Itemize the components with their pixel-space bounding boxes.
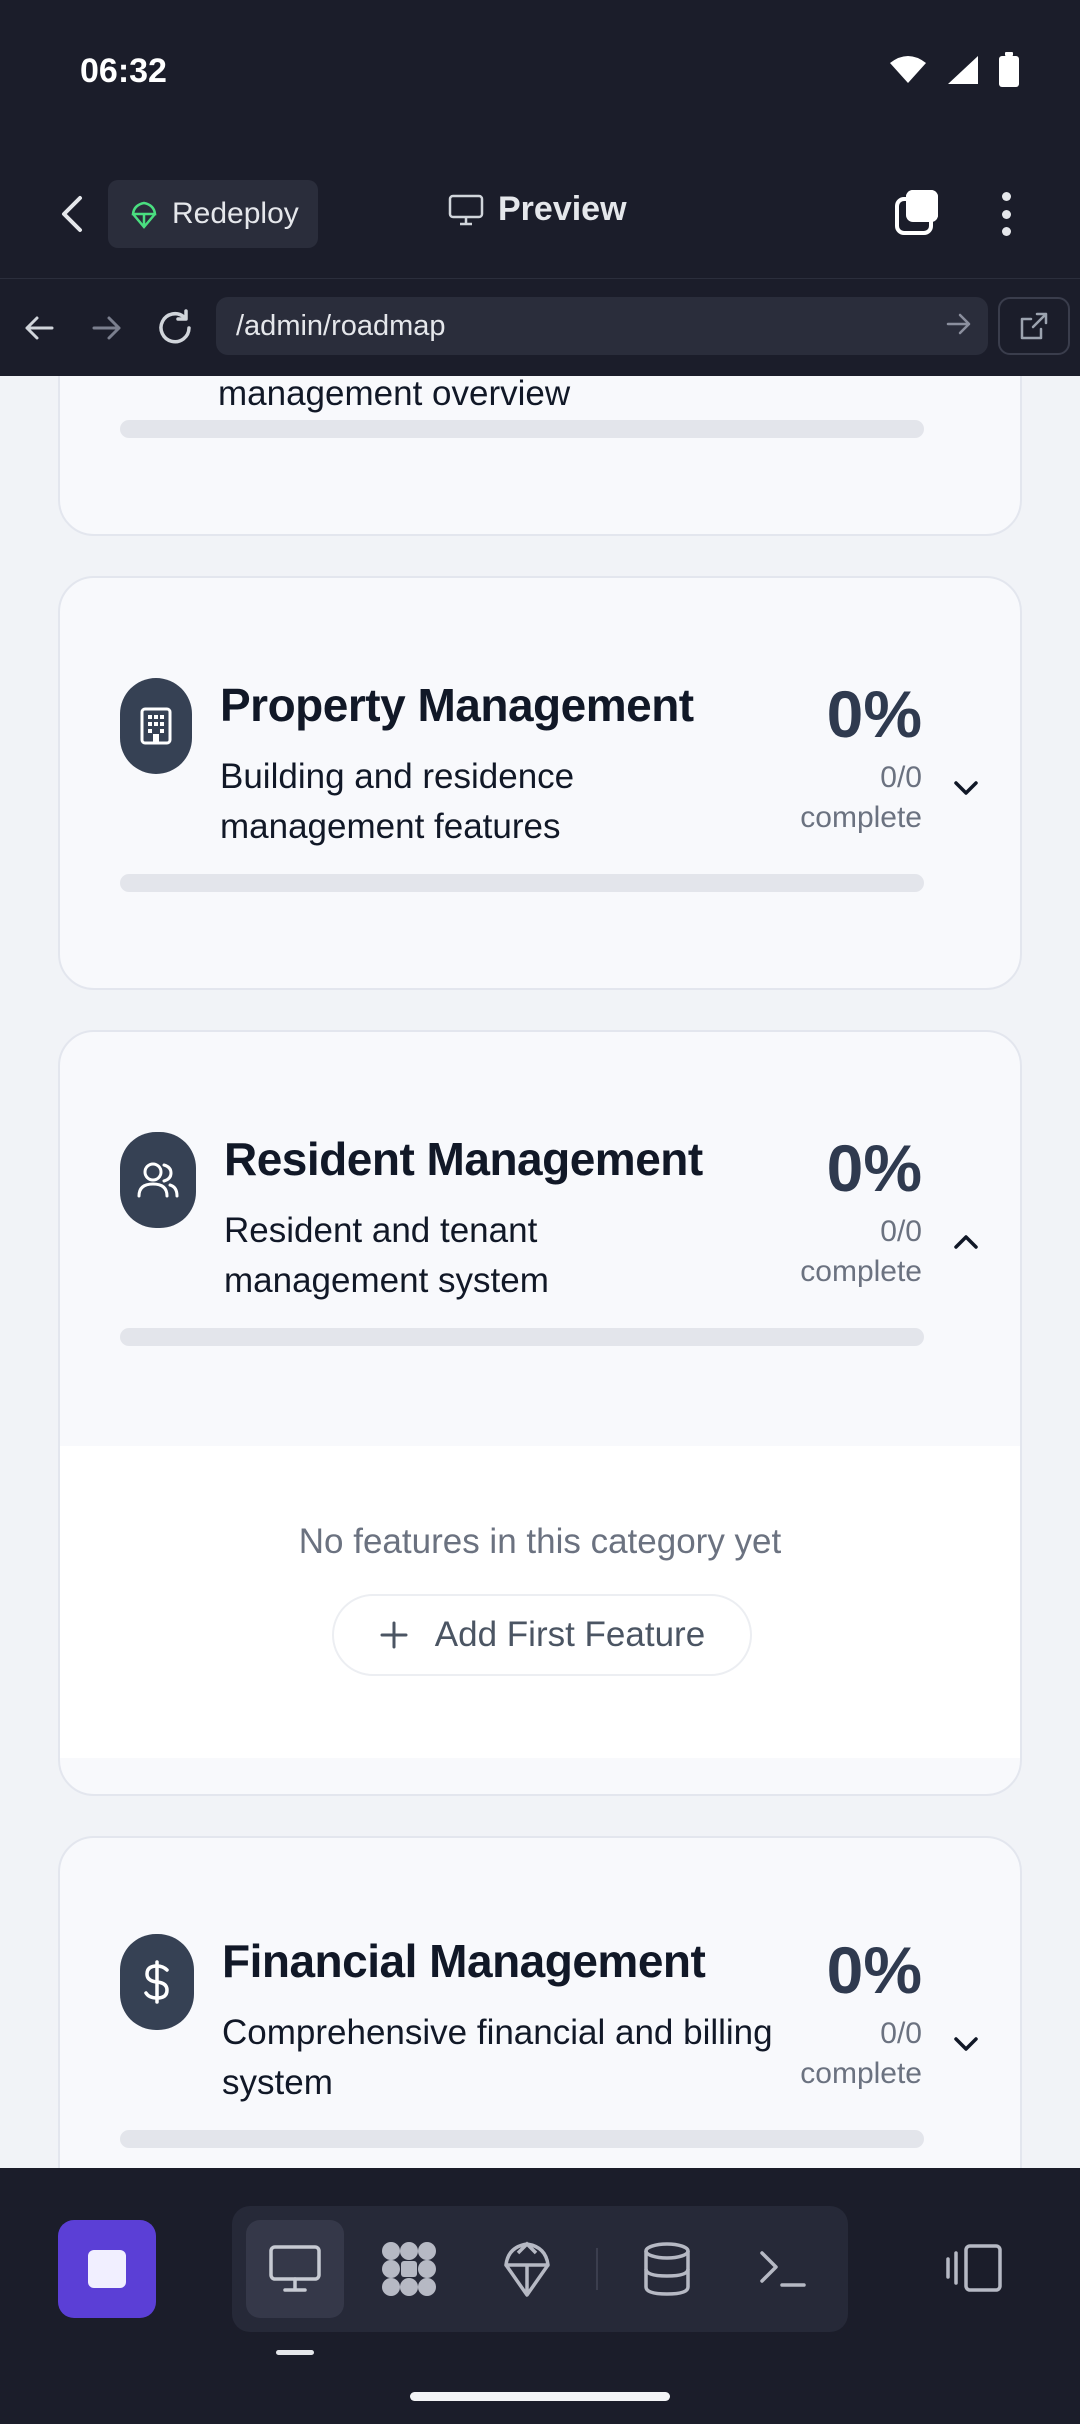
- users-icon: [120, 1132, 196, 1228]
- reload-button[interactable]: [148, 301, 202, 355]
- back-button[interactable]: [44, 184, 100, 244]
- progress-bar: [120, 1328, 924, 1346]
- category-count: 0/0: [880, 1215, 922, 1248]
- arrow-right-icon: [92, 316, 121, 340]
- category-title: Resident Management: [224, 1133, 703, 1185]
- arrow-left-icon: [25, 316, 54, 340]
- plus-icon: [380, 1621, 408, 1649]
- category-complete-label: complete: [800, 1255, 922, 1288]
- battery-icon: [999, 52, 1019, 87]
- open-external-button[interactable]: [998, 297, 1070, 355]
- status-time: 06:32: [80, 52, 167, 90]
- reload-icon: [159, 309, 191, 344]
- add-first-feature-label: Add First Feature: [434, 1615, 706, 1654]
- progress-bar: [120, 420, 924, 438]
- category-count: 0/0: [880, 2017, 922, 2050]
- expand-button[interactable]: [948, 2026, 984, 2062]
- add-first-feature-button[interactable]: Add First Feature: [332, 1594, 752, 1676]
- category-card: management overview: [58, 376, 1022, 536]
- tabs-button[interactable]: [892, 186, 948, 242]
- monitor-icon: [448, 194, 484, 225]
- workflow-icon: [382, 2242, 436, 2296]
- category-complete-label: complete: [800, 801, 922, 834]
- browser-forward-button[interactable]: [80, 301, 134, 355]
- category-title: Financial Management: [222, 1935, 706, 1987]
- chevron-down-icon: [954, 781, 978, 795]
- category-title: Property Management: [220, 679, 694, 731]
- terminal-icon: [760, 2251, 806, 2287]
- collapse-button[interactable]: [948, 1224, 984, 1260]
- chevron-down-icon: [954, 2037, 978, 2051]
- app-toolbar: Redeploy Preview: [0, 150, 1080, 278]
- category-description: Building and residence management featur…: [220, 757, 575, 846]
- side-panel-button[interactable]: [938, 2222, 1010, 2314]
- home-indicator[interactable]: [410, 2392, 670, 2401]
- category-percent: 0%: [826, 1933, 922, 2007]
- url-text: /admin/roadmap: [236, 309, 446, 342]
- menu-dot: [1001, 227, 1011, 236]
- chevron-left-icon: [62, 196, 82, 232]
- menu-dot: [1001, 209, 1011, 219]
- menu-dot: [1001, 192, 1011, 201]
- go-arrow-icon[interactable]: [946, 311, 972, 337]
- active-tool-indicator: [276, 2350, 314, 2355]
- more-options-button[interactable]: [986, 186, 1026, 242]
- terminal-tool-button[interactable]: [734, 2220, 832, 2318]
- browser-bar: /admin/roadmap: [0, 278, 1080, 376]
- progress-bar: [120, 2130, 924, 2148]
- status-icons: [888, 52, 1020, 88]
- side-panel-icon: [946, 2244, 1002, 2292]
- status-bar: 06:32: [0, 0, 1080, 150]
- external-link-icon: [1020, 312, 1048, 340]
- signal-icon: [948, 56, 978, 84]
- category-percent: 0%: [826, 1131, 922, 1205]
- category-complete-label: complete: [800, 2057, 922, 2090]
- category-card-property-management[interactable]: Property Management Building and residen…: [58, 576, 1022, 990]
- stop-button[interactable]: [58, 2220, 156, 2318]
- url-input[interactable]: /admin/roadmap: [216, 297, 988, 355]
- database-tool-button[interactable]: [618, 2220, 716, 2318]
- database-icon: [644, 2242, 690, 2296]
- progress-bar: [120, 874, 924, 892]
- category-description: Resident and tenant management system: [224, 1211, 549, 1300]
- category-card-resident-management[interactable]: Resident Management Resident and tenant …: [58, 1030, 1022, 1796]
- category-percent: 0%: [826, 677, 922, 751]
- workflow-tool-button[interactable]: [360, 2220, 458, 2318]
- deploy-icon: [131, 201, 157, 229]
- redeploy-button[interactable]: Redeploy: [108, 180, 318, 248]
- category-description: Comprehensive financial and billing syst…: [222, 2013, 773, 2102]
- tool-group: [232, 2206, 848, 2332]
- dollar-icon: [120, 1934, 194, 2030]
- tool-divider: [596, 2248, 598, 2290]
- category-card-financial-management[interactable]: Financial Management Comprehensive finan…: [58, 1836, 1022, 2168]
- bottom-toolbar: [0, 2168, 1080, 2424]
- deploy-tool-button[interactable]: [478, 2220, 576, 2318]
- empty-features-panel: No features in this category yet Add Fir…: [60, 1446, 1020, 1758]
- empty-state-message: No features in this category yet: [298, 1522, 782, 1561]
- chevron-up-icon: [954, 1235, 978, 1249]
- expand-button[interactable]: [948, 770, 984, 806]
- category-description: management overview: [218, 376, 571, 413]
- building-icon: [120, 678, 192, 774]
- wifi-icon: [890, 56, 926, 83]
- preview-icon: [269, 2245, 321, 2292]
- deploy-icon: [504, 2241, 550, 2297]
- category-count: 0/0: [880, 761, 922, 794]
- roadmap-content: management overview Property Management …: [0, 376, 1080, 2168]
- preview-label: Preview: [498, 190, 627, 228]
- stop-icon: [88, 2250, 126, 2288]
- browser-back-button[interactable]: [12, 301, 66, 355]
- preview-tool-button[interactable]: [246, 2220, 344, 2318]
- tabs-icon: [895, 190, 938, 235]
- preview-title: Preview: [448, 190, 627, 229]
- redeploy-label: Redeploy: [172, 197, 299, 230]
